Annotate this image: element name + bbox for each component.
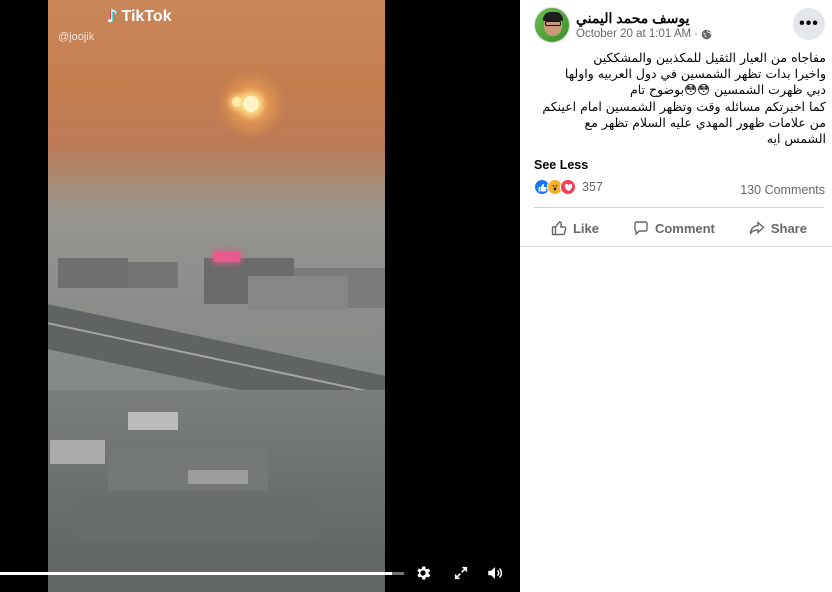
progress-bar[interactable]: [0, 572, 404, 575]
like-label: Like: [572, 220, 599, 236]
post-text-line: من علامات ظهور المهدي عليه السلام تظهر م…: [584, 114, 826, 130]
neon-sign: [214, 252, 240, 262]
video-frame[interactable]: ♪ TikTok @joojik: [48, 0, 385, 592]
sun: [243, 96, 259, 112]
comment-button[interactable]: Comment: [633, 220, 715, 236]
post-text: مفاجاه من العيار الثقيل للمكذبين والمشكك…: [528, 50, 826, 147]
reactions-summary[interactable]: 357: [534, 179, 603, 195]
gear-icon[interactable]: [412, 562, 434, 584]
building: [128, 262, 178, 288]
tiktok-watermark: ♪ TikTok: [106, 6, 172, 27]
second-sun: [232, 97, 242, 107]
see-less-link[interactable]: See Less: [534, 158, 588, 172]
post-text-line: دبي ظهرت الشمسين 😳😳بوضوح تام: [630, 82, 826, 98]
expand-icon[interactable]: [450, 562, 472, 584]
building: [248, 276, 348, 310]
avatar-glasses: [545, 21, 561, 26]
post-text-line: مفاجاه من العيار الثقيل للمكذبين والمشكك…: [593, 50, 826, 65]
roof: [188, 470, 248, 484]
building: [58, 258, 128, 288]
haze: [48, 180, 385, 250]
roof: [128, 412, 178, 430]
video-player[interactable]: ♪ TikTok @joojik: [0, 0, 520, 592]
comments-count[interactable]: 130 Comments: [740, 183, 825, 197]
love-reaction-icon: [560, 179, 576, 195]
share-icon: [749, 220, 765, 235]
post-meta: October 20 at 1:01 AM ·: [576, 28, 712, 40]
parking-lot: [78, 500, 318, 540]
tiktok-logo-icon: ♪: [106, 6, 118, 27]
share-label: Share: [770, 220, 807, 236]
author-name[interactable]: يوسف محمد اليمني: [576, 10, 726, 27]
meta-separator: ·: [694, 28, 698, 40]
post-text-line: كما اخبرتكم مسائله وقت وتظهر الشمسين اما…: [542, 98, 826, 114]
comment-icon: [634, 221, 648, 236]
video-controls: [0, 560, 520, 592]
volume-icon[interactable]: [484, 562, 506, 584]
roof: [50, 440, 105, 464]
divider: [534, 207, 824, 208]
more-options-button[interactable]: •••: [793, 8, 825, 40]
post-text-line: الشمس ايه: [766, 131, 826, 147]
post-panel: يوسف محمد اليمني October 20 at 1:01 AM ·…: [520, 0, 832, 592]
progress-fill: [0, 572, 392, 575]
avatar-hair: [543, 12, 563, 21]
more-icon: •••: [799, 15, 819, 32]
thumbs-up-icon: [551, 221, 567, 236]
tiktok-handle: @joojik: [58, 31, 95, 43]
post-actions: Like Comment Share: [534, 214, 824, 242]
comment-label: Comment: [654, 220, 715, 236]
post-text-line: واخيرا بدات تظهر الشمسين في دول العربيه …: [564, 66, 826, 82]
reaction-count: 357: [582, 180, 603, 194]
post-timestamp[interactable]: October 20 at 1:01 AM: [576, 28, 691, 40]
avatar[interactable]: [534, 7, 570, 43]
like-button[interactable]: Like: [551, 220, 599, 236]
share-button[interactable]: Share: [749, 220, 807, 236]
divider: [520, 246, 832, 247]
globe-icon: [701, 29, 712, 39]
tiktok-brand: TikTok: [121, 7, 172, 25]
